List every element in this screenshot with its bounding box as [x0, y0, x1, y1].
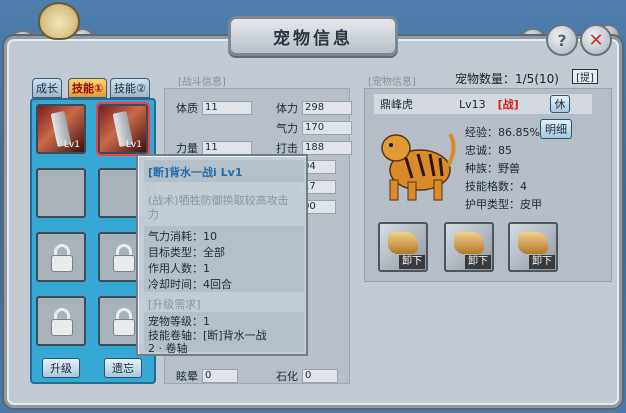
pet-battle-status: [战]	[497, 98, 519, 111]
stat-value: 0	[302, 369, 338, 383]
armor-piece-icon	[518, 232, 548, 254]
equip-slot-2[interactable]: 卸下	[444, 222, 494, 272]
stat-value: 170	[302, 121, 352, 135]
stat-constitution: 体质 11	[176, 100, 252, 116]
pet-exp: 经验：86.85%	[465, 126, 540, 139]
tooltip-cooldown: 冷却时间：4回合	[148, 278, 232, 291]
tooltip-count: 作用人数：1	[148, 262, 210, 275]
skill-slot-1[interactable]: Lv1	[36, 104, 86, 154]
skill-slot-2[interactable]: Lv1	[96, 102, 150, 156]
tooltip-title: [断]背水一战i Lv1	[148, 166, 243, 179]
stat-value: 0	[202, 369, 238, 383]
battle-info-heading: [战斗信息]	[178, 77, 226, 88]
rest-button[interactable]: 休	[550, 95, 570, 113]
pet-skill-slots: 技能格数：4	[465, 180, 527, 193]
tab-growth[interactable]: 成长	[32, 78, 62, 98]
tab-skill-2[interactable]: 技能②	[110, 78, 150, 98]
help-button[interactable]: ?	[546, 24, 578, 56]
stat-label: 石化	[276, 370, 298, 383]
lock-icon	[113, 308, 135, 336]
tooltip-description: (战术)牺牲防御换取较高攻击力	[148, 194, 289, 221]
skill-slot-locked	[36, 232, 86, 282]
tooltip-cost: 气力消耗：10	[148, 230, 217, 243]
help-icon: ?	[557, 30, 567, 50]
lock-icon	[51, 308, 73, 336]
lock-icon	[113, 244, 135, 272]
stat-label: 体力	[276, 102, 298, 115]
forget-button[interactable]: 遗忘	[104, 358, 142, 378]
armor-piece-icon	[454, 232, 484, 254]
tab-skill-1[interactable]: 技能①	[68, 78, 108, 98]
pet-loyalty: 忠诚：85	[465, 144, 512, 157]
exp-detail-button[interactable]: 明细	[540, 119, 572, 139]
tiger-pet-image	[381, 133, 456, 201]
stat-label: 体质	[176, 102, 198, 115]
mascot-icon	[38, 2, 80, 40]
armor-piece-icon	[388, 232, 418, 254]
stat-label: 眩晕	[176, 370, 198, 383]
stat-petrify: 石化 0	[276, 368, 338, 384]
hint-button[interactable]: [提]	[572, 69, 598, 84]
stat-value: 188	[302, 141, 352, 155]
equip-slot-1[interactable]: 卸下	[378, 222, 428, 272]
skill-level: Lv1	[125, 140, 142, 150]
unload-button[interactable]: 卸下	[399, 255, 425, 269]
unload-button[interactable]: 卸下	[465, 255, 491, 269]
stat-value: 11	[202, 141, 252, 155]
close-button[interactable]: ✕	[580, 24, 612, 56]
stat-mp: 气力 170	[276, 120, 352, 136]
unload-button[interactable]: 卸下	[529, 255, 555, 269]
equip-slot-3[interactable]: 卸下	[508, 222, 558, 272]
close-icon: ✕	[588, 29, 604, 51]
stat-value: 11	[202, 101, 252, 115]
pet-name: 鼎峰虎	[380, 98, 413, 111]
stat-hp: 体力 298	[276, 100, 352, 116]
stat-stun: 眩晕 0	[176, 368, 238, 384]
tooltip-target: 目标类型：全部	[148, 246, 225, 259]
stat-label: 气力	[276, 122, 298, 135]
pet-count: 宠物数量：1/5(10)	[455, 72, 559, 86]
skill-level: Lv1	[63, 140, 80, 150]
skill-tooltip: [断]背水一战i Lv1 (战术)牺牲防御换取较高攻击力 气力消耗：10 目标类…	[136, 154, 308, 356]
pet-armor-type: 护甲类型：皮甲	[465, 198, 542, 211]
tooltip-requirements-heading: [升级需求]	[148, 298, 201, 311]
stat-value: 298	[302, 101, 352, 115]
upgrade-button[interactable]: 升级	[42, 358, 80, 378]
pet-info-heading: [宠物信息]	[368, 77, 416, 88]
pet-level: Lv13	[459, 97, 486, 111]
pet-race: 种族：野兽	[465, 162, 520, 175]
skill-slot-empty[interactable]	[36, 168, 86, 218]
skill-slot-locked	[36, 296, 86, 346]
lock-icon	[51, 244, 73, 272]
tooltip-req-scroll-count: 2 · 卷轴	[148, 342, 188, 355]
window-title: 宠物信息	[228, 16, 398, 56]
